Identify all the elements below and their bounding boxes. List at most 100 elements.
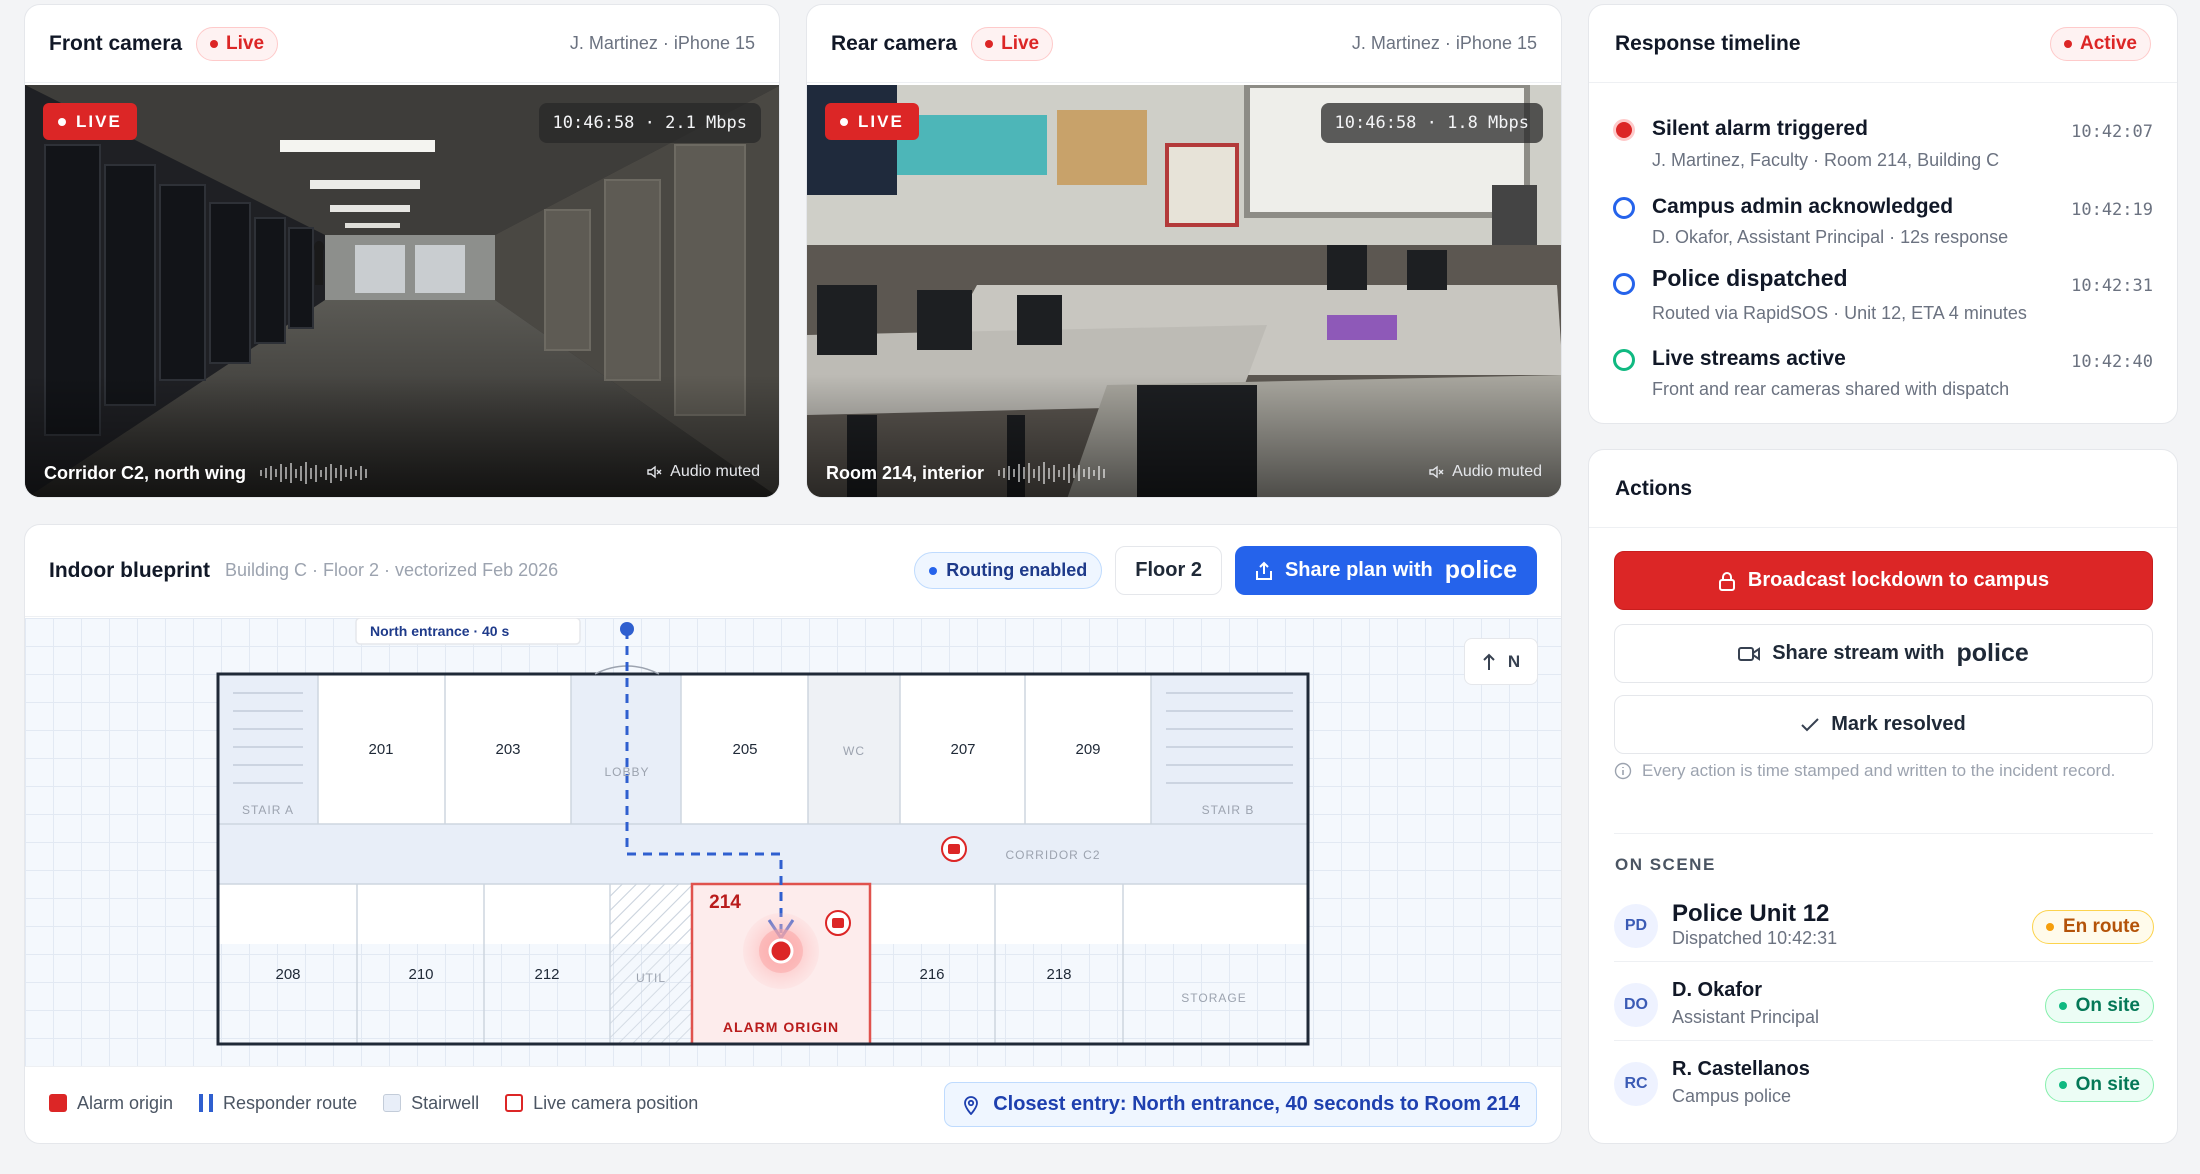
stair-b-label: STAIR B — [1202, 803, 1255, 817]
mark-resolved-button[interactable]: Mark resolved — [1614, 695, 2153, 754]
timeline-header: Response timeline Active — [1589, 5, 2177, 83]
front-camera-audio-label: Audio muted — [670, 463, 760, 480]
legend-label: Responder route — [223, 1092, 358, 1113]
speaker-muted-icon — [647, 465, 662, 479]
blueprint-title: Indoor blueprint — [49, 558, 210, 582]
closest-entry-banner[interactable]: Closest entry: North entrance, 40 second… — [944, 1082, 1537, 1127]
classroom-image — [807, 85, 1561, 497]
rear-camera-status-pill: Live — [971, 26, 1054, 61]
responder-role: Dispatched 10:42:31 — [1672, 928, 1838, 948]
rear-camera-header: Rear camera Live J. Martinez · iPhone 15 — [807, 5, 1561, 83]
rear-camera-video[interactable]: LIVE 10:46:58 · 1.8 Mbps Room 214, inter… — [807, 85, 1561, 497]
stair-a-label: STAIR A — [242, 803, 294, 817]
front-camera-title: Front camera — [49, 31, 183, 55]
event-marker-open — [1613, 197, 1635, 219]
alarm-swatch-icon — [49, 1094, 67, 1112]
rear-camera-caption: Room 214, interior — [826, 461, 1106, 485]
event-marker-open — [1613, 349, 1635, 371]
entrance-label: North entrance · 40 s — [370, 623, 509, 639]
front-camera-audio-toggle[interactable]: Audio muted — [646, 463, 760, 481]
live-camera-marker[interactable] — [941, 836, 967, 862]
responder-row[interactable]: DO D. Okafor Assistant Principal On site — [1614, 969, 2154, 1037]
routing-toggle[interactable]: Routing enabled — [914, 552, 1103, 589]
audit-note-text: Every action is time stamped and written… — [1642, 761, 2116, 780]
actions-card: Actions Broadcast lockdown to campus Sha… — [1588, 449, 2178, 1144]
responder-row[interactable]: PD Police Unit 12 Dispatched 10:42:31 En… — [1614, 890, 2154, 958]
responder-role: Campus police — [1672, 1086, 1792, 1106]
timeline-event-time: 10:42:19 — [2071, 200, 2153, 220]
room-label: 209 — [1075, 741, 1100, 758]
check-icon — [1801, 717, 1819, 731]
routing-label: Routing enabled — [946, 560, 1088, 580]
alarm-room-number: 214 — [709, 892, 741, 913]
blueprint-header: Indoor blueprint Building C · Floor 2 · … — [25, 525, 1561, 617]
timeline-event-time: 10:42:31 — [2071, 276, 2153, 296]
timeline-status: Active — [2079, 32, 2137, 54]
floor-plan: 201 203 205 207 209 208 210 212 216 218 … — [216, 618, 1310, 1046]
alarm-origin-label: ALARM ORIGIN — [723, 1019, 839, 1035]
front-camera-owner: J. Martinez · iPhone 15 — [569, 33, 755, 53]
room-label: 208 — [275, 966, 300, 983]
timeline-event-title: Campus admin acknowledged — [1652, 195, 1954, 218]
video-camera-icon — [1738, 646, 1761, 661]
divider — [1614, 961, 2153, 962]
divider — [1614, 1040, 2153, 1041]
event-marker-filled — [1613, 119, 1635, 141]
timeline-event-title: Police dispatched — [1652, 265, 1848, 291]
route-swatch-icon — [199, 1094, 214, 1112]
lock-icon — [1718, 571, 1735, 591]
live-camera-marker[interactable] — [825, 910, 851, 936]
compass-label: N — [1507, 651, 1521, 671]
rear-camera-status: Live — [1001, 32, 1040, 54]
camera-swatch-icon — [505, 1094, 524, 1112]
status-badge-text: On site — [2075, 995, 2140, 1016]
room-label: 210 — [408, 966, 433, 983]
broadcast-lockdown-button[interactable]: Broadcast lockdown to campus — [1614, 551, 2153, 610]
north-arrow-icon — [1483, 653, 1495, 670]
status-badge: On site — [2044, 1068, 2154, 1102]
compass-button[interactable]: N — [1464, 638, 1538, 685]
front-camera-live-badge-text: LIVE — [76, 111, 122, 131]
floor-selector[interactable]: Floor 2 — [1115, 546, 1222, 595]
floor-plan-map[interactable]: 201 203 205 207 209 208 210 212 216 218 … — [25, 618, 1561, 1067]
front-camera-stats: 10:46:58 · 2.1 Mbps — [538, 103, 761, 143]
status-badge-text: On site — [2075, 1074, 2140, 1095]
status-badge: En route — [2031, 910, 2154, 944]
share-stream-button[interactable]: Share stream with police — [1614, 624, 2153, 683]
timeline-event-title: Silent alarm triggered — [1652, 117, 1868, 140]
share-plan-target: police — [1444, 556, 1517, 584]
map-legend: Alarm origin Responder route Stairwell L… — [49, 1081, 698, 1125]
front-camera-status: Live — [226, 32, 265, 54]
share-plan-button[interactable]: Share plan with police — [1234, 546, 1537, 595]
entrance-marker[interactable] — [620, 622, 634, 636]
location-pin-icon — [964, 1095, 979, 1115]
legend-item: Live camera position — [505, 1093, 698, 1114]
status-badge: On site — [2044, 989, 2154, 1023]
speaker-muted-icon — [1429, 465, 1444, 479]
legend-item: Alarm origin — [49, 1093, 173, 1114]
avatar: DO — [1614, 983, 1658, 1027]
front-camera-caption-text: Corridor C2, north wing — [44, 462, 246, 483]
blueprint-card: Indoor blueprint Building C · Floor 2 · … — [24, 524, 1562, 1144]
rear-camera-card: Rear camera Live J. Martinez · iPhone 15 — [806, 4, 1562, 498]
front-camera-header: Front camera Live J. Martinez · iPhone 1… — [25, 5, 779, 83]
on-scene-heading: ON SCENE — [1615, 855, 1716, 874]
actions-header: Actions — [1589, 450, 2177, 528]
stair-b — [1151, 674, 1308, 824]
timeline-event-detail: J. Martinez, Faculty · Room 214, Buildin… — [1652, 150, 2000, 170]
divider — [1614, 833, 2153, 834]
responder-row[interactable]: RC R. Castellanos Campus police On site — [1614, 1048, 2154, 1116]
share-upload-icon — [1255, 561, 1272, 580]
hallway-image — [25, 85, 779, 497]
room-label: 203 — [495, 741, 520, 758]
rear-camera-live-badge: LIVE — [825, 103, 919, 140]
share-plan-label: Share plan with — [1284, 559, 1433, 581]
avatar: PD — [1614, 904, 1658, 948]
front-camera-video[interactable]: LIVE 10:46:58 · 2.1 Mbps Corridor C2, no… — [25, 85, 779, 497]
actions-title: Actions — [1615, 476, 1693, 500]
timeline-card: Response timeline Active Silent alarm tr… — [1588, 4, 2178, 424]
alarm-origin-marker[interactable] — [768, 938, 794, 964]
room-label: 205 — [732, 741, 757, 758]
rear-camera-title: Rear camera — [831, 31, 958, 55]
rear-camera-audio-toggle[interactable]: Audio muted — [1428, 463, 1542, 481]
